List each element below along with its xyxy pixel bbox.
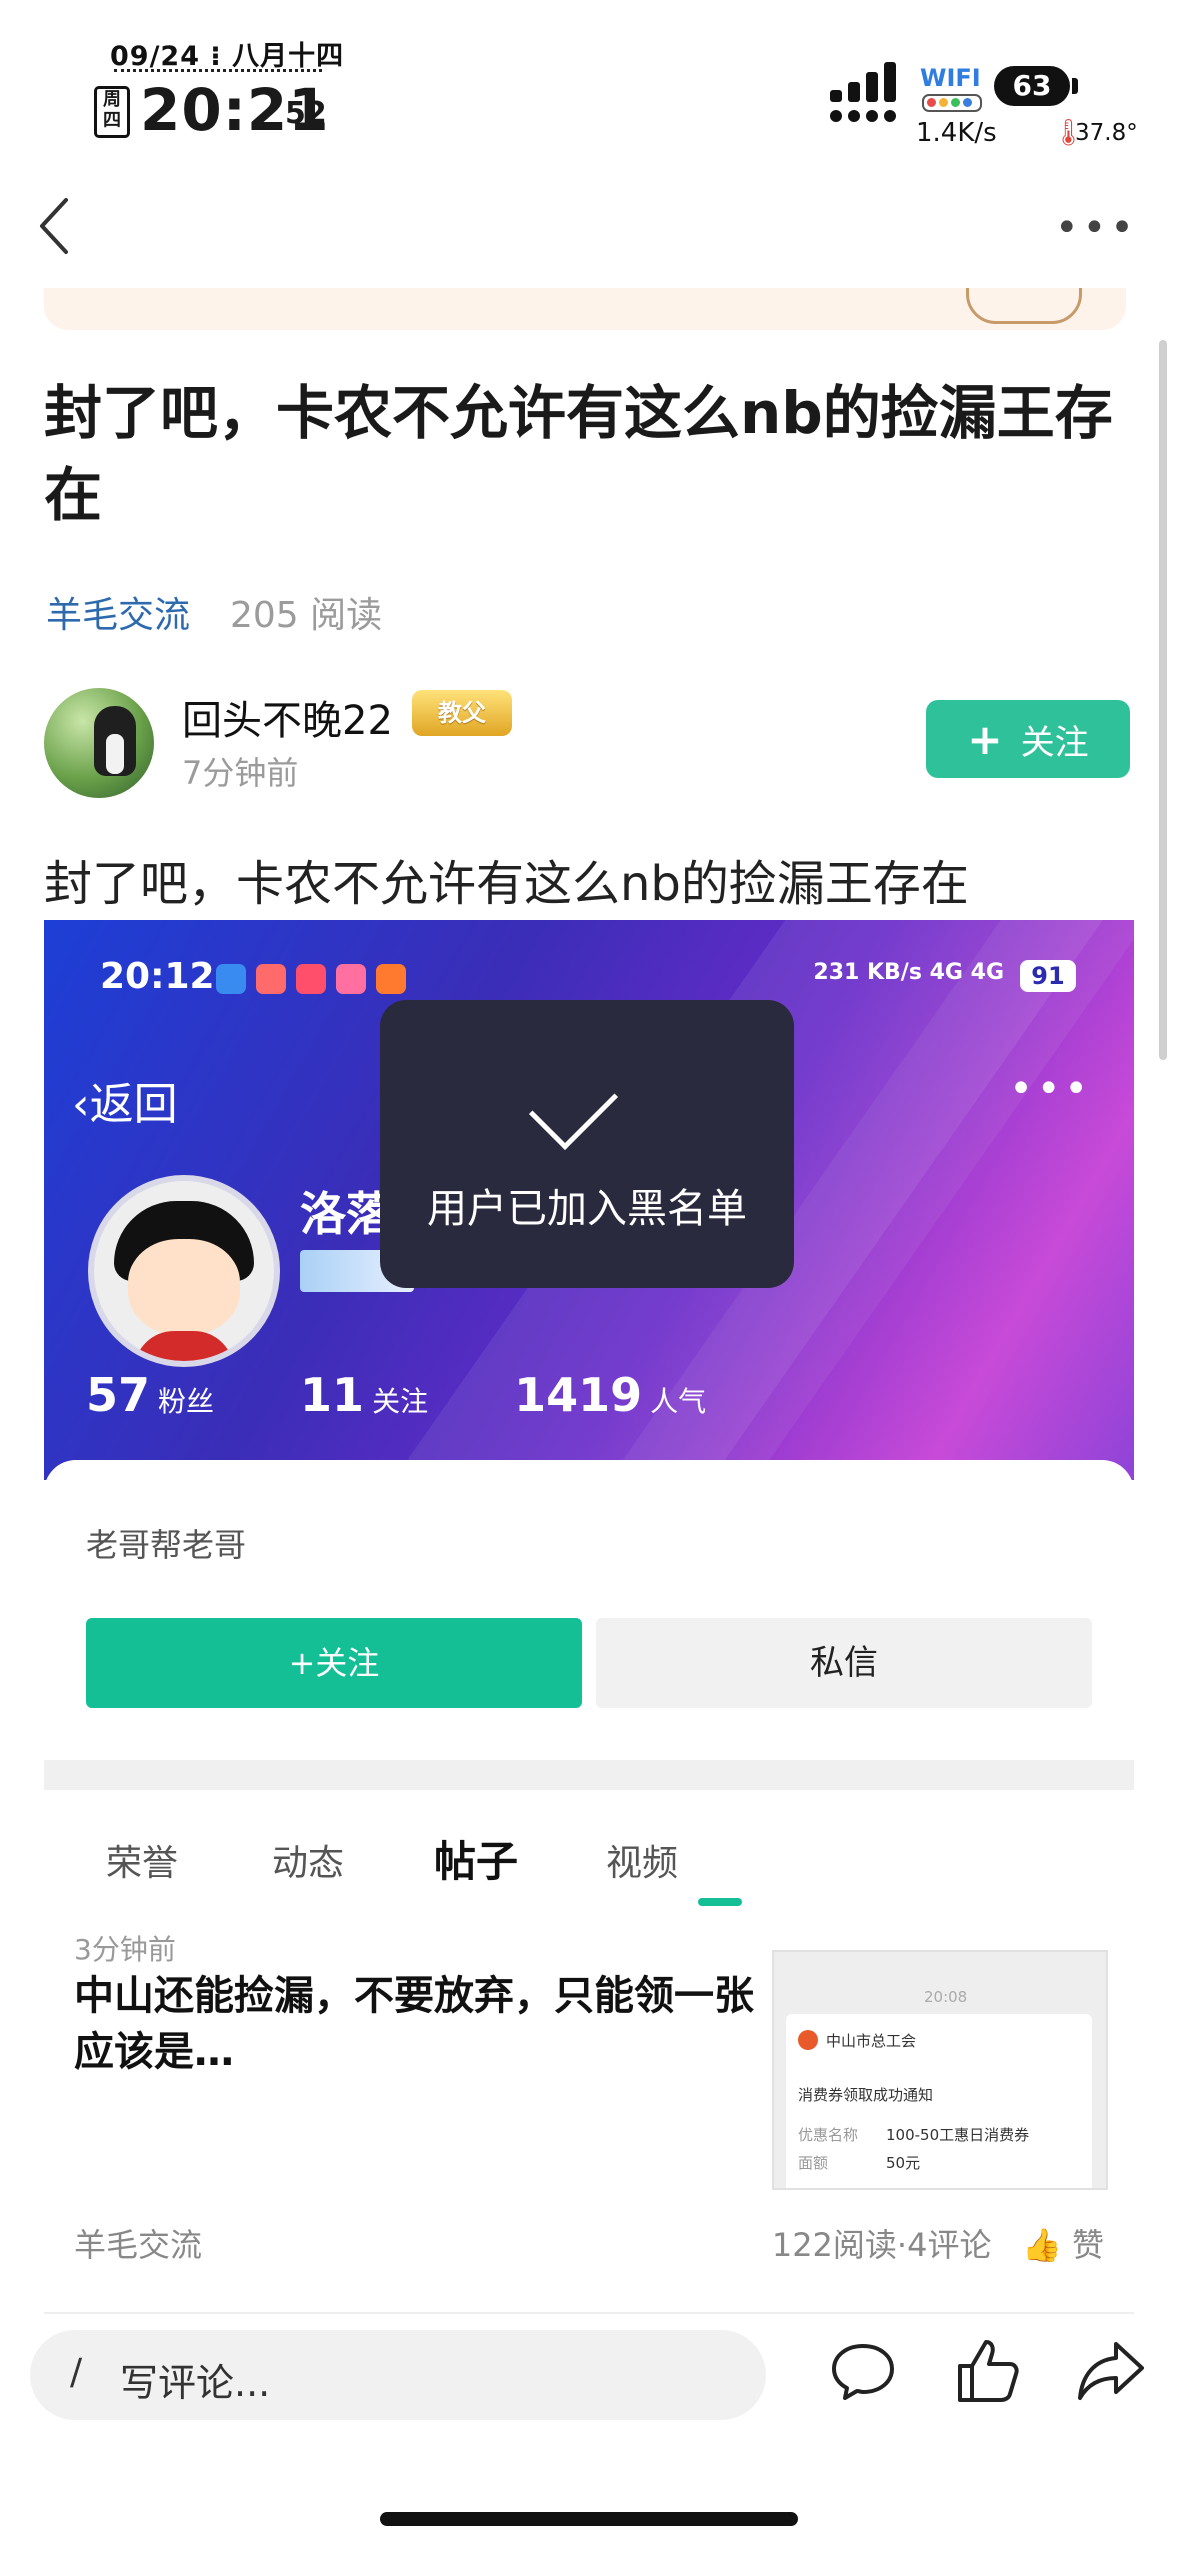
stat-value: 1419 <box>514 1368 643 1422</box>
battery-tip <box>1072 78 1078 94</box>
stat-label: 粉丝 <box>158 1385 215 1418</box>
embedded-post-thumbnail: 20:08 中山市总工会 消费券领取成功通知 优惠名称 100-50工惠日消费券… <box>772 1950 1108 2190</box>
share-icon[interactable] <box>1076 2336 1146 2406</box>
embedded-post-item: 3分钟前 中山还能捡漏，不要放弃，只能领一张应该是… 20:08 中山市总工会 … <box>44 1920 1134 2300</box>
embedded-battery: 91 <box>1020 960 1076 992</box>
network-speed: 1.4K/s <box>916 118 997 148</box>
embedded-message-button: 私信 <box>596 1618 1092 1708</box>
follow-button[interactable]: + 关注 <box>926 700 1130 778</box>
embedded-post-time: 3分钟前 <box>74 1933 176 1966</box>
embedded-avatar <box>88 1175 280 1367</box>
comment-input[interactable]: ∕ 写评论... <box>30 2330 766 2420</box>
status-divider <box>114 69 322 72</box>
tab-honor: 荣誉 <box>106 1843 179 1884</box>
app-icon <box>336 964 366 994</box>
embedded-like-label: 赞 <box>1071 2226 1104 2264</box>
back-chevron-icon[interactable] <box>36 196 76 256</box>
post-image[interactable]: 20:12 231 KB/s 4G 4G 91 ‹返回 ••• 洛落 57 粉丝 … <box>44 920 1134 2300</box>
embedded-tabs: 荣誉 动态 帖子 视频 <box>44 1790 1134 1920</box>
embedded-speed: 231 KB/s <box>813 960 922 985</box>
bottom-divider <box>44 2312 1134 2314</box>
read-count-label: 阅读 <box>310 595 383 636</box>
stat-value: 11 <box>300 1368 365 1422</box>
toast: 用户已加入黑名单 <box>380 1000 794 1288</box>
avatar-dog <box>94 706 136 776</box>
author-name[interactable]: 回头不晚22 <box>182 688 393 746</box>
thumb-notice: 消费券领取成功通知 <box>798 2086 934 2104</box>
post-time: 7分钟前 <box>182 754 299 792</box>
comment-icon[interactable] <box>828 2336 898 2406</box>
thumb-coupon-label: 优惠名称 <box>798 2126 859 2144</box>
check-icon <box>528 1060 619 1151</box>
embedded-network: 231 KB/s 4G 4G <box>813 960 1004 985</box>
comment-placeholder: 写评论... <box>120 2361 271 2405</box>
stat-value: 57 <box>86 1368 151 1422</box>
thumb-amount-label: 面额 <box>798 2154 829 2172</box>
post-title: 封了吧，卡农不允许有这么nb的捡漏王存在 <box>44 379 1113 529</box>
app-icon <box>296 964 326 994</box>
embedded-post-meta: 122阅读·4评论 👍 赞 <box>772 2220 1104 2266</box>
toast-message: 用户已加入黑名单 <box>427 1186 747 1232</box>
org-logo-icon <box>798 2030 818 2050</box>
tab-activity: 动态 <box>272 1843 345 1884</box>
notice-banner[interactable] <box>44 288 1126 330</box>
tab-posts: 帖子 <box>434 1837 519 1886</box>
more-dots-icon[interactable]: ••• <box>1055 208 1138 248</box>
embedded-follow-button: +关注 <box>86 1618 582 1708</box>
embedded-post-category: 羊毛交流 <box>74 2226 203 2264</box>
pen-icon: ∕ <box>70 2352 83 2393</box>
embedded-more-icon: ••• <box>1009 1066 1092 1112</box>
author-badge: 教父 <box>412 690 512 736</box>
read-count-value: 205 <box>230 595 299 636</box>
temperature: 37.8° <box>1075 120 1138 146</box>
status-date: 09/24 ⁝ 八月十四 <box>110 41 345 72</box>
follow-label: 关注 <box>1020 722 1089 763</box>
embedded-signal: 4G 4G <box>929 960 1004 985</box>
embedded-subtitle: 老哥帮老哥 <box>86 1526 247 1564</box>
plus-icon: + <box>967 714 1003 764</box>
app-icon <box>256 964 286 994</box>
wifi-indicator-icon <box>922 94 982 112</box>
embedded-profile-card: 老哥帮老哥 +关注 私信 <box>44 1460 1134 1760</box>
thumb-amount-value: 50元 <box>886 2154 921 2172</box>
embedded-post-stats: 122阅读·4评论 <box>771 2226 992 2264</box>
stat-label: 关注 <box>372 1385 429 1418</box>
embedded-back-label: 返回 <box>89 1079 178 1130</box>
thumb-coupon-value: 100-50工惠日消费券 <box>886 2126 1030 2144</box>
thumb-org: 中山市总工会 <box>826 2032 917 2050</box>
embedded-time: 20:12 <box>100 956 215 997</box>
status-seconds: 52 <box>285 96 327 131</box>
embedded-stats: 57 粉丝 11 关注 1419 人气 <box>86 1368 776 1422</box>
tab-indicator <box>698 1898 742 1906</box>
embedded-back: ‹返回 <box>72 1079 178 1130</box>
thumb-up-icon: 👍 <box>1021 2226 1062 2264</box>
home-indicator[interactable] <box>380 2512 798 2526</box>
like-icon[interactable] <box>952 2336 1022 2406</box>
post-category[interactable]: 羊毛交流 <box>46 586 190 638</box>
battery-level: 63 <box>994 66 1070 106</box>
embedded-username: 洛落 <box>300 1187 392 1241</box>
profile-header-bg: 20:12 231 KB/s 4G 4G 91 ‹返回 ••• 洛落 57 粉丝 … <box>44 920 1134 1705</box>
banner-pill <box>966 288 1082 324</box>
app-icon <box>216 964 246 994</box>
embedded-post-title: 中山还能捡漏，不要放弃，只能领一张应该是… <box>74 1973 754 2075</box>
wifi-label: WIFI <box>920 64 981 92</box>
author-avatar[interactable] <box>44 688 154 798</box>
tab-video: 视频 <box>606 1843 679 1884</box>
stat-label: 人气 <box>650 1385 707 1418</box>
scrollbar[interactable] <box>1159 340 1167 1060</box>
thumb-time: 20:08 <box>924 1988 968 2006</box>
post-body: 封了吧，卡农不允许有这么nb的捡漏王存在 <box>44 856 969 912</box>
read-count: 205 阅读 <box>230 586 382 638</box>
status-weekday: 周四 <box>94 86 130 138</box>
app-icon <box>376 964 406 994</box>
